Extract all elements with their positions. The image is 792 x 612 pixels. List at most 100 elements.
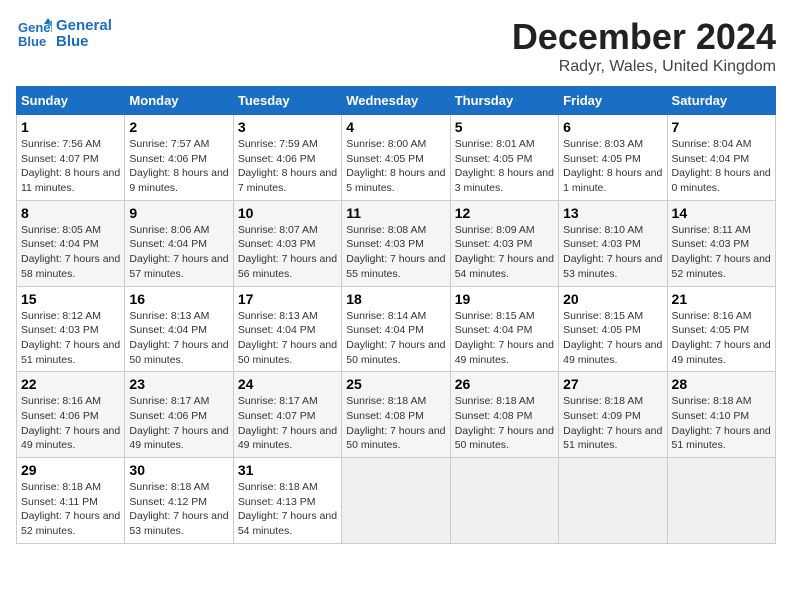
- day-header-monday: Monday: [125, 87, 233, 115]
- sunset-text: Sunset: 4:04 PM: [129, 238, 207, 250]
- day-number: 27: [563, 376, 662, 392]
- day-info: Sunrise: 8:18 AM Sunset: 4:11 PM Dayligh…: [21, 480, 120, 539]
- calendar-cell: 18 Sunrise: 8:14 AM Sunset: 4:04 PM Dayl…: [342, 286, 450, 372]
- daylight-text: Daylight: 7 hours and 54 minutes.: [455, 253, 554, 280]
- daylight-text: Daylight: 7 hours and 49 minutes.: [238, 425, 337, 452]
- calendar-cell: 10 Sunrise: 8:07 AM Sunset: 4:03 PM Dayl…: [233, 200, 341, 286]
- day-number: 23: [129, 376, 228, 392]
- day-info: Sunrise: 7:59 AM Sunset: 4:06 PM Dayligh…: [238, 137, 337, 196]
- calendar-cell: 17 Sunrise: 8:13 AM Sunset: 4:04 PM Dayl…: [233, 286, 341, 372]
- sunset-text: Sunset: 4:05 PM: [455, 153, 533, 165]
- calendar-cell: 8 Sunrise: 8:05 AM Sunset: 4:04 PM Dayli…: [17, 200, 125, 286]
- daylight-text: Daylight: 8 hours and 3 minutes.: [455, 167, 554, 194]
- daylight-text: Daylight: 7 hours and 49 minutes.: [455, 339, 554, 366]
- day-header-sunday: Sunday: [17, 87, 125, 115]
- sunset-text: Sunset: 4:04 PM: [21, 238, 99, 250]
- calendar-week-3: 15 Sunrise: 8:12 AM Sunset: 4:03 PM Dayl…: [17, 286, 776, 372]
- logo-icon: General Blue: [16, 16, 52, 52]
- sunrise-text: Sunrise: 7:59 AM: [238, 138, 318, 150]
- daylight-text: Daylight: 8 hours and 11 minutes.: [21, 167, 120, 194]
- day-info: Sunrise: 8:10 AM Sunset: 4:03 PM Dayligh…: [563, 223, 662, 282]
- logo-line1: General: [56, 18, 112, 35]
- sunrise-text: Sunrise: 8:17 AM: [129, 395, 209, 407]
- day-number: 25: [346, 376, 445, 392]
- day-number: 26: [455, 376, 554, 392]
- day-info: Sunrise: 8:18 AM Sunset: 4:08 PM Dayligh…: [455, 394, 554, 453]
- day-number: 28: [672, 376, 771, 392]
- day-info: Sunrise: 8:08 AM Sunset: 4:03 PM Dayligh…: [346, 223, 445, 282]
- sunrise-text: Sunrise: 8:10 AM: [563, 224, 643, 236]
- main-title: December 2024: [512, 16, 776, 58]
- day-number: 12: [455, 205, 554, 221]
- calendar-cell: 2 Sunrise: 7:57 AM Sunset: 4:06 PM Dayli…: [125, 115, 233, 201]
- sunset-text: Sunset: 4:11 PM: [21, 496, 98, 508]
- day-info: Sunrise: 8:18 AM Sunset: 4:09 PM Dayligh…: [563, 394, 662, 453]
- sunrise-text: Sunrise: 7:56 AM: [21, 138, 101, 150]
- sunrise-text: Sunrise: 8:00 AM: [346, 138, 426, 150]
- daylight-text: Daylight: 7 hours and 49 minutes.: [672, 339, 771, 366]
- day-info: Sunrise: 8:00 AM Sunset: 4:05 PM Dayligh…: [346, 137, 445, 196]
- calendar-cell: 25 Sunrise: 8:18 AM Sunset: 4:08 PM Dayl…: [342, 372, 450, 458]
- daylight-text: Daylight: 7 hours and 50 minutes.: [455, 425, 554, 452]
- daylight-text: Daylight: 7 hours and 50 minutes.: [238, 339, 337, 366]
- day-info: Sunrise: 7:57 AM Sunset: 4:06 PM Dayligh…: [129, 137, 228, 196]
- day-info: Sunrise: 8:09 AM Sunset: 4:03 PM Dayligh…: [455, 223, 554, 282]
- day-number: 15: [21, 291, 120, 307]
- calendar-cell: 4 Sunrise: 8:00 AM Sunset: 4:05 PM Dayli…: [342, 115, 450, 201]
- daylight-text: Daylight: 8 hours and 5 minutes.: [346, 167, 445, 194]
- sunset-text: Sunset: 4:04 PM: [672, 153, 750, 165]
- calendar-cell: 31 Sunrise: 8:18 AM Sunset: 4:13 PM Dayl…: [233, 458, 341, 544]
- calendar-cell: 28 Sunrise: 8:18 AM Sunset: 4:10 PM Dayl…: [667, 372, 775, 458]
- sunrise-text: Sunrise: 7:57 AM: [129, 138, 209, 150]
- day-info: Sunrise: 8:13 AM Sunset: 4:04 PM Dayligh…: [238, 309, 337, 368]
- calendar-cell: 12 Sunrise: 8:09 AM Sunset: 4:03 PM Dayl…: [450, 200, 558, 286]
- calendar-cell: 9 Sunrise: 8:06 AM Sunset: 4:04 PM Dayli…: [125, 200, 233, 286]
- sunset-text: Sunset: 4:05 PM: [563, 324, 641, 336]
- sunrise-text: Sunrise: 8:18 AM: [129, 481, 209, 493]
- day-number: 31: [238, 462, 337, 478]
- calendar-cell: [342, 458, 450, 544]
- day-header-thursday: Thursday: [450, 87, 558, 115]
- day-number: 6: [563, 119, 662, 135]
- day-info: Sunrise: 8:11 AM Sunset: 4:03 PM Dayligh…: [672, 223, 771, 282]
- day-number: 19: [455, 291, 554, 307]
- sunrise-text: Sunrise: 8:11 AM: [672, 224, 751, 236]
- logo: General Blue General Blue: [16, 16, 112, 52]
- calendar-week-1: 1 Sunrise: 7:56 AM Sunset: 4:07 PM Dayli…: [17, 115, 776, 201]
- daylight-text: Daylight: 7 hours and 54 minutes.: [238, 510, 337, 537]
- sunset-text: Sunset: 4:03 PM: [455, 238, 533, 250]
- day-info: Sunrise: 8:17 AM Sunset: 4:07 PM Dayligh…: [238, 394, 337, 453]
- day-number: 30: [129, 462, 228, 478]
- sunset-text: Sunset: 4:04 PM: [346, 324, 424, 336]
- daylight-text: Daylight: 8 hours and 7 minutes.: [238, 167, 337, 194]
- sunset-text: Sunset: 4:06 PM: [21, 410, 99, 422]
- calendar-cell: 6 Sunrise: 8:03 AM Sunset: 4:05 PM Dayli…: [559, 115, 667, 201]
- sunrise-text: Sunrise: 8:18 AM: [672, 395, 752, 407]
- calendar-cell: 24 Sunrise: 8:17 AM Sunset: 4:07 PM Dayl…: [233, 372, 341, 458]
- sunset-text: Sunset: 4:04 PM: [455, 324, 533, 336]
- day-info: Sunrise: 8:06 AM Sunset: 4:04 PM Dayligh…: [129, 223, 228, 282]
- daylight-text: Daylight: 7 hours and 53 minutes.: [129, 510, 228, 537]
- header: General Blue General Blue December 2024 …: [16, 16, 776, 76]
- sunrise-text: Sunrise: 8:07 AM: [238, 224, 318, 236]
- daylight-text: Daylight: 7 hours and 50 minutes.: [129, 339, 228, 366]
- daylight-text: Daylight: 7 hours and 50 minutes.: [346, 339, 445, 366]
- sunrise-text: Sunrise: 8:16 AM: [672, 310, 752, 322]
- calendar-cell: [559, 458, 667, 544]
- day-number: 18: [346, 291, 445, 307]
- day-info: Sunrise: 8:18 AM Sunset: 4:12 PM Dayligh…: [129, 480, 228, 539]
- calendar-week-4: 22 Sunrise: 8:16 AM Sunset: 4:06 PM Dayl…: [17, 372, 776, 458]
- sunset-text: Sunset: 4:09 PM: [563, 410, 641, 422]
- day-info: Sunrise: 8:14 AM Sunset: 4:04 PM Dayligh…: [346, 309, 445, 368]
- daylight-text: Daylight: 7 hours and 51 minutes.: [21, 339, 120, 366]
- calendar-cell: 23 Sunrise: 8:17 AM Sunset: 4:06 PM Dayl…: [125, 372, 233, 458]
- day-info: Sunrise: 8:05 AM Sunset: 4:04 PM Dayligh…: [21, 223, 120, 282]
- calendar-cell: 15 Sunrise: 8:12 AM Sunset: 4:03 PM Dayl…: [17, 286, 125, 372]
- sunrise-text: Sunrise: 8:15 AM: [563, 310, 643, 322]
- day-number: 5: [455, 119, 554, 135]
- day-number: 29: [21, 462, 120, 478]
- calendar-cell: 7 Sunrise: 8:04 AM Sunset: 4:04 PM Dayli…: [667, 115, 775, 201]
- sunrise-text: Sunrise: 8:13 AM: [238, 310, 318, 322]
- calendar-week-5: 29 Sunrise: 8:18 AM Sunset: 4:11 PM Dayl…: [17, 458, 776, 544]
- day-number: 8: [21, 205, 120, 221]
